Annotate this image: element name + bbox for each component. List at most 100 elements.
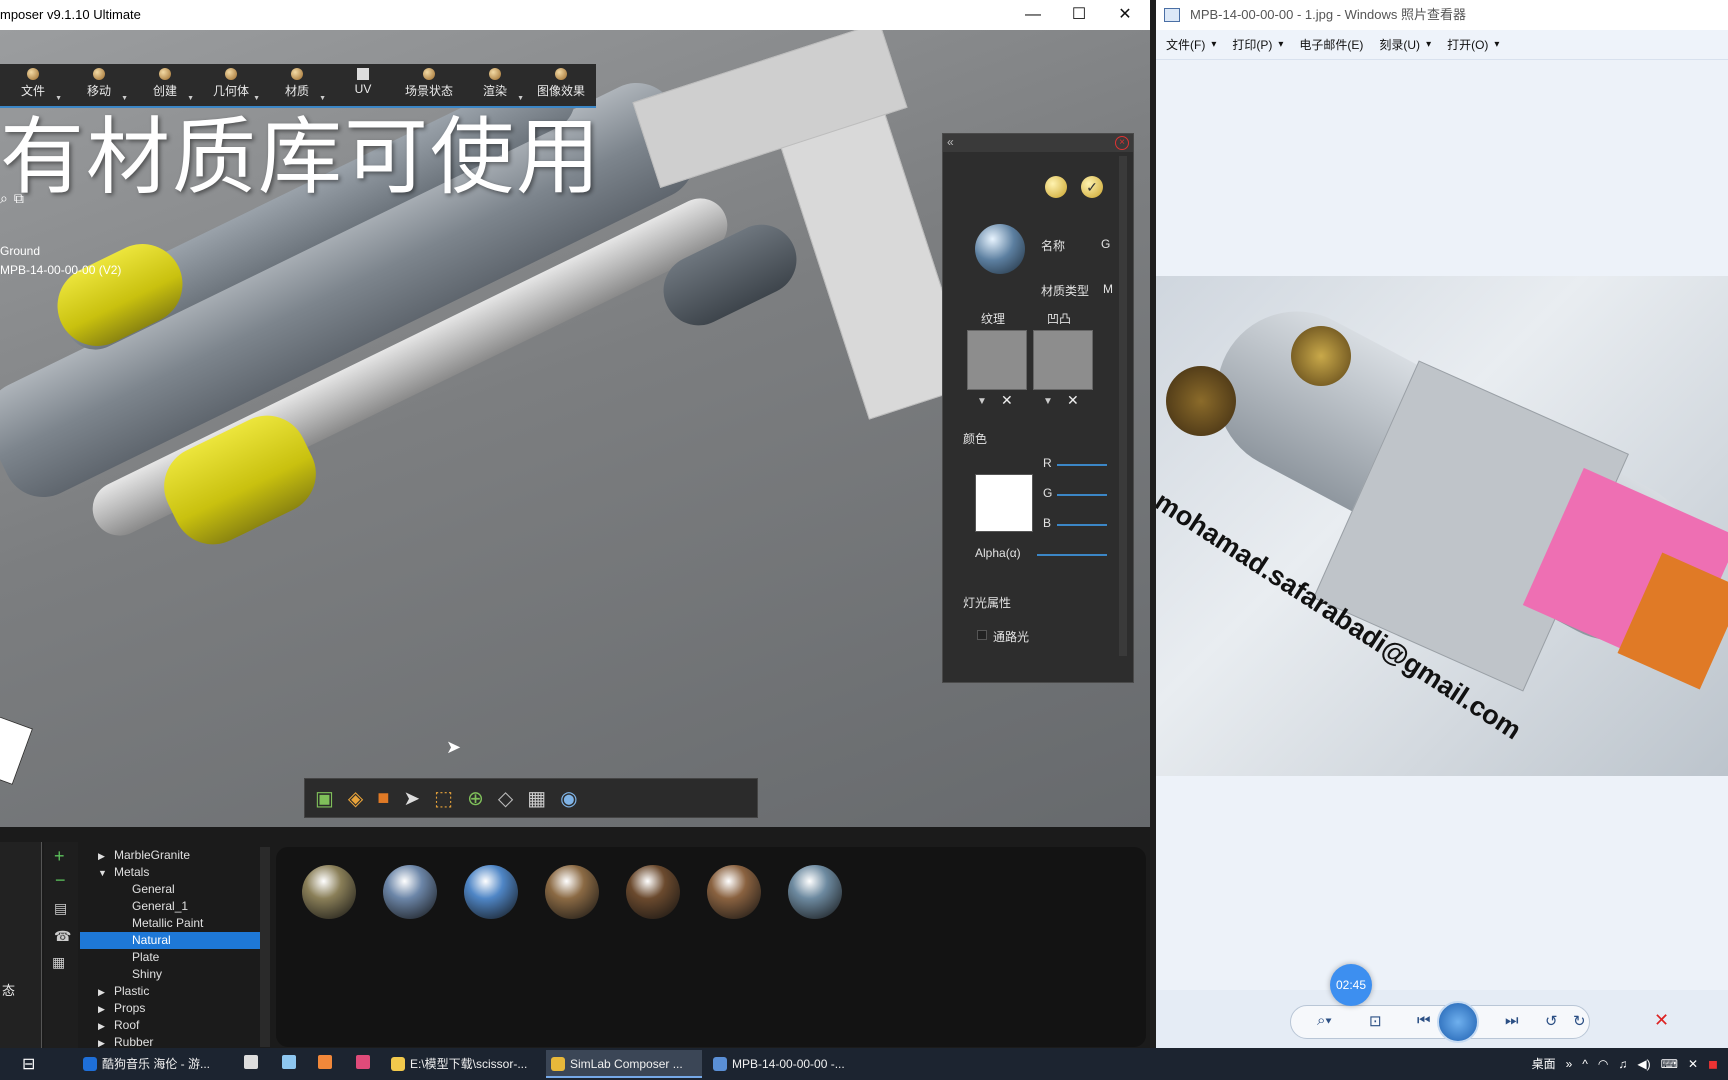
fit-icon[interactable]: ⧉ [14,190,24,207]
tree-item[interactable]: Metallic Paint [80,915,260,932]
texture-remove-icon[interactable]: ✕ [1001,392,1013,409]
close-button[interactable]: ✕ [1102,0,1148,30]
task-explorer[interactable]: E:\模型下载\scissor-... [386,1050,536,1078]
r-slider[interactable] [1057,464,1107,466]
passthrough-checkbox[interactable] [977,630,987,640]
tree-item[interactable]: General [80,881,260,898]
viewer-menu-item[interactable]: 打印(P) [1232,36,1272,53]
rotate-left-icon[interactable]: ↺ [1545,1012,1558,1030]
minimize-button[interactable]: — [1010,0,1056,30]
bump-swatch[interactable] [1033,330,1093,390]
store-icon[interactable] [244,1055,258,1069]
tree-item[interactable]: Shiny [80,966,260,983]
bump-remove-icon[interactable]: ✕ [1067,392,1079,409]
model-knob-right [1291,326,1351,386]
view-cube[interactable] [0,714,34,786]
next-icon[interactable]: ⏭ [1505,1012,1519,1029]
texture-swatch[interactable] [967,330,1027,390]
g-slider[interactable] [1057,494,1107,496]
tree-item[interactable]: ▶ MarbleGranite [80,847,260,864]
import-icon[interactable]: ▦ [52,954,65,971]
zoom-icon[interactable]: ⌕▾ [1317,1012,1332,1029]
frame-tool-icon[interactable]: ⬚ [434,786,453,811]
simlab-window: mposer v9.1.10 Ultimate — ☐ ✕ 文件 ▼ 移动 ▼ 创建… [0,0,1150,1049]
actual-size-icon[interactable]: ⊡ [1369,1012,1382,1030]
collapsed-arrow-icon[interactable]: ▶ [98,848,114,865]
desktop-label[interactable]: 桌面 [1532,1048,1556,1080]
tree-item[interactable]: ▶ Plastic [80,983,260,1000]
previous-icon[interactable]: ⏮ [1417,1012,1431,1029]
grid-tool-icon[interactable]: ▦ [527,786,546,811]
3d-viewport[interactable]: 文件 ▼ 移动 ▼ 创建 ▼ 几何体 ▼ 材质 ▼ UV 场景状态 渲染 ▼ 图像效果 有材… [0,30,1150,827]
browser-icon[interactable] [318,1055,332,1069]
collapsed-arrow-icon[interactable]: ▶ [98,1001,114,1018]
material-pick-icon[interactable] [1045,176,1067,198]
delete-icon[interactable]: ✕ [1654,1010,1669,1031]
app-icon[interactable] [282,1055,296,1069]
tree-item[interactable]: ▶ Roof [80,1017,260,1034]
view-cube-tool-icon[interactable]: ▣ [315,786,334,811]
tree-item[interactable]: Natural [80,932,260,949]
network-icon[interactable]: ◠ [1598,1048,1608,1080]
zoom-icon[interactable]: ⌕ [0,190,8,207]
zoom-tool-icon[interactable]: ⊕ [467,786,484,811]
remove-icon[interactable]: − [55,870,66,891]
color-swatch[interactable] [975,474,1033,532]
viewer-menu-item[interactable]: 文件(F) [1166,36,1205,53]
task-kugou[interactable]: 酷狗音乐 海伦 - 游... [78,1050,238,1078]
material-thumbnail[interactable] [707,865,761,919]
chevron-up-icon[interactable]: ^ [1582,1048,1588,1080]
material-thumbnail[interactable] [788,865,842,919]
close-icon[interactable]: × [1115,136,1129,150]
scene-tree-model[interactable]: MPB-14-00-00-00 (V2) [0,263,121,277]
volume-icon[interactable]: ◀) [1637,1048,1650,1080]
layer-tool-icon[interactable]: ◈ [348,786,363,811]
collapse-icon[interactable]: « [947,135,954,149]
expanded-arrow-icon[interactable]: ▼ [98,865,114,882]
viewer-menu-item[interactable]: 刻录(U) [1379,36,1420,53]
viewer-menu-item[interactable]: 电子邮件(E) [1299,36,1363,53]
task-view-icon[interactable]: ⊟ [22,1054,35,1074]
floor-tool-icon[interactable]: ◇ [498,786,513,811]
task-photo-viewer[interactable]: MPB-14-00-00-00 -... [708,1050,858,1078]
maximize-button[interactable]: ☐ [1056,0,1102,30]
folder-icon[interactable]: ☎ [54,928,71,945]
material-thumbnail[interactable] [302,865,356,919]
tree-scrollbar[interactable] [260,847,270,1047]
tree-item[interactable]: General_1 [80,898,260,915]
library-icon[interactable]: ▤ [54,900,67,917]
material-thumbnail[interactable] [383,865,437,919]
box-tool-icon[interactable]: ■ [377,787,389,810]
close-tray-icon[interactable]: ✕ [1688,1048,1698,1080]
alpha-slider[interactable] [1037,554,1107,556]
tree-item[interactable]: Plate [80,949,260,966]
material-panel-scrollbar[interactable] [1119,156,1127,656]
headset-icon[interactable]: ♫ [1618,1048,1627,1080]
slideshow-button[interactable] [1437,1001,1479,1043]
collapsed-arrow-icon[interactable]: ▶ [98,984,114,1001]
tray-expand-icon[interactable]: » [1566,1048,1573,1080]
rotate-right-icon[interactable]: ↻ [1573,1012,1586,1030]
task-simlab[interactable]: SimLab Composer ... [546,1050,702,1078]
add-icon[interactable]: + [54,846,65,867]
name-field[interactable]: G [1101,237,1110,251]
viewer-menu-item[interactable]: 打开(O) [1447,36,1488,53]
material-type-select[interactable]: M [1103,282,1113,296]
material-thumbnail[interactable] [545,865,599,919]
b-slider[interactable] [1057,524,1107,526]
texture-dropdown-icon[interactable]: ▼ [977,396,987,407]
select-tool-icon[interactable]: ➤ [403,786,420,811]
antivirus-icon[interactable]: ◼ [1708,1048,1718,1080]
material-thumbnail[interactable] [464,865,518,919]
apply-check-icon[interactable]: ✓ [1081,176,1103,198]
taskbar: ⊟ 酷狗音乐 海伦 - 游... E:\模型下载\scissor-... Sim… [0,1048,1728,1080]
tree-item[interactable]: ▼ Metals [80,864,260,881]
bump-dropdown-icon[interactable]: ▼ [1043,396,1053,407]
media-icon[interactable] [356,1055,370,1069]
keyboard-icon[interactable]: ⌨ [1661,1048,1678,1080]
tree-item[interactable]: ▶ Props [80,1000,260,1017]
scene-tree-ground[interactable]: Ground [0,244,40,258]
collapsed-arrow-icon[interactable]: ▶ [98,1018,114,1035]
camera-tool-icon[interactable]: ◉ [560,786,577,811]
material-thumbnail[interactable] [626,865,680,919]
